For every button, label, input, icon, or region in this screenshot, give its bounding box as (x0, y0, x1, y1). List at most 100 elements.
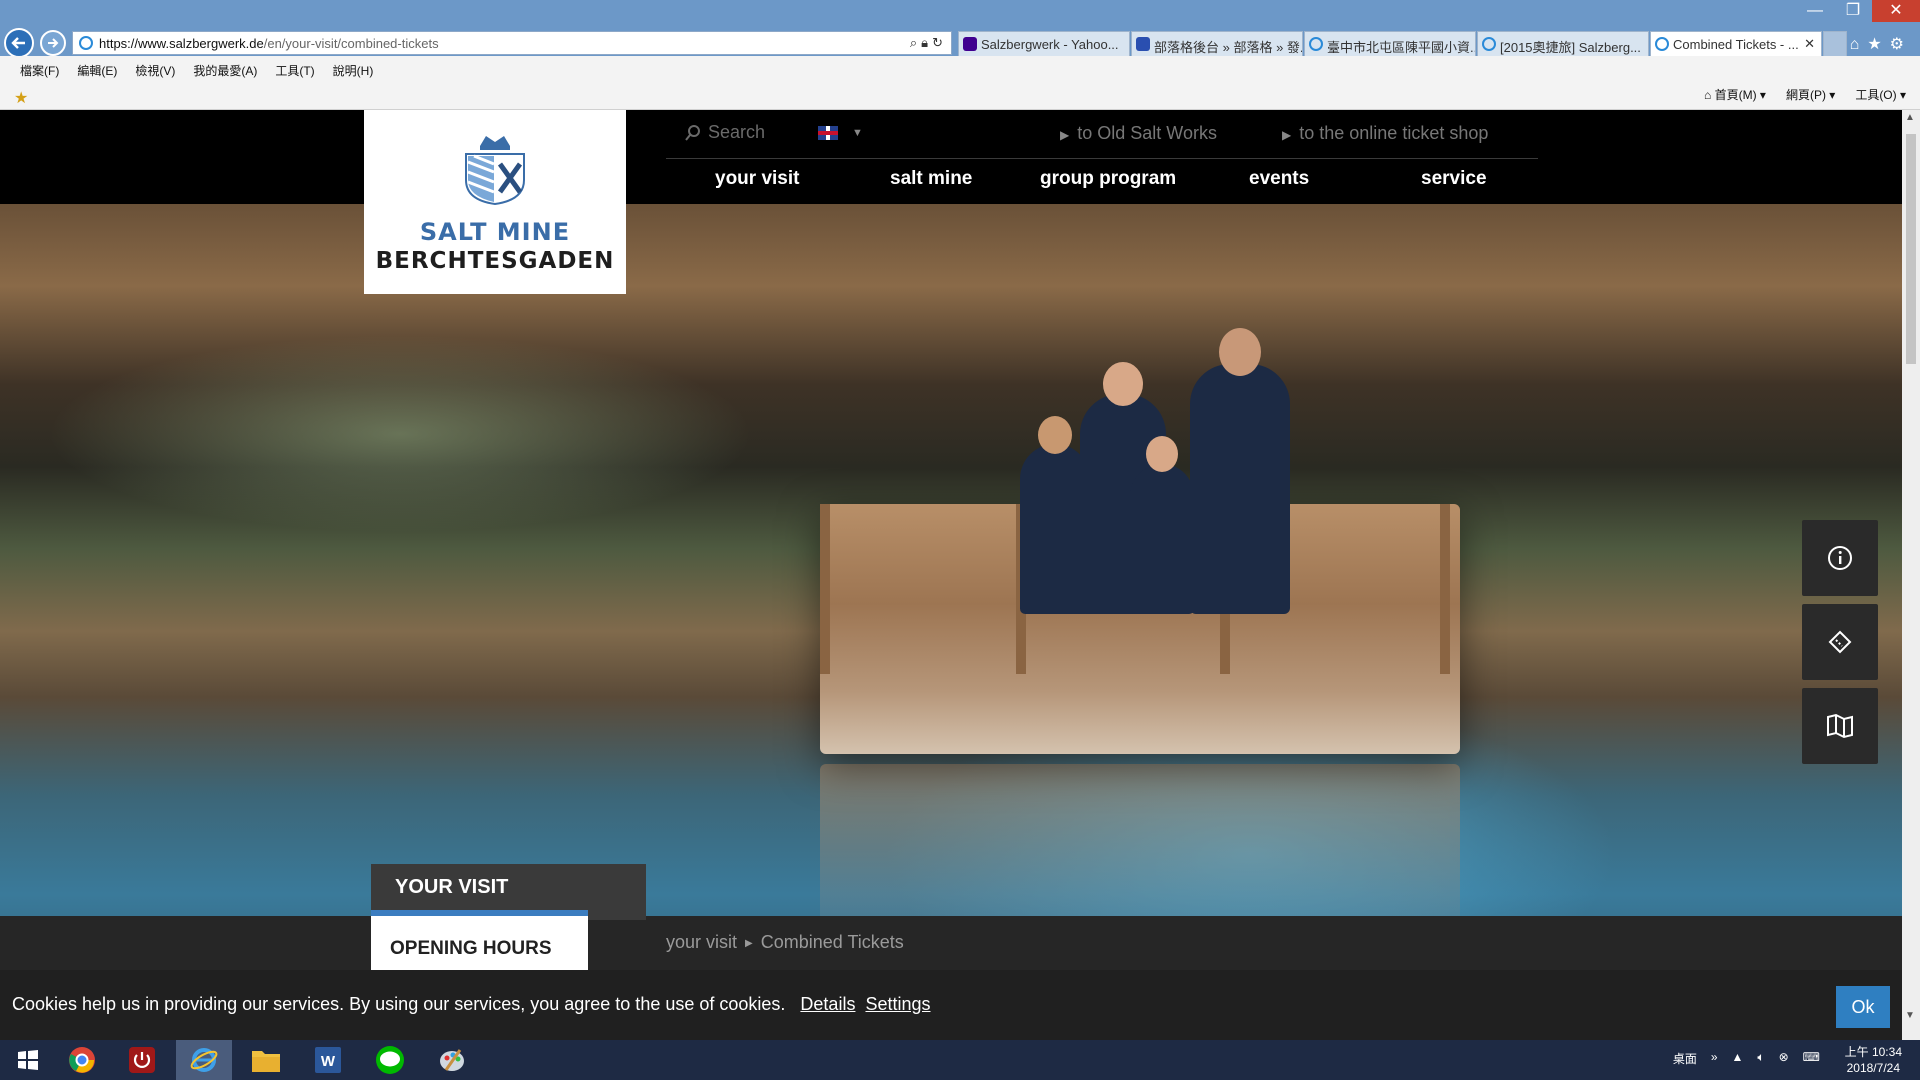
power-icon (129, 1047, 155, 1073)
close-tab-icon[interactable]: ✕ (1804, 36, 1815, 52)
start-button[interactable] (0, 1040, 56, 1080)
person (1130, 436, 1194, 614)
palette-icon (440, 1049, 464, 1071)
favorites-star-icon[interactable]: ★ (1867, 36, 1889, 53)
cmd-page[interactable]: 網頁(P) ▾ (1786, 86, 1835, 103)
menu-view[interactable]: 檢視(V) (135, 62, 175, 79)
info-button[interactable] (1802, 520, 1878, 596)
input-method-icon[interactable]: ⌨ (1803, 1050, 1820, 1067)
triangle-right-icon: ▶ (745, 938, 753, 949)
vertical-scrollbar[interactable]: ▲ ▼ (1902, 110, 1920, 1040)
cmd-home[interactable]: ⌂ 首頁(M) ▾ (1704, 86, 1766, 103)
browser-titlebar: — ❐ ✕ https://www.salzbergwerk.de/en/you… (0, 0, 1920, 58)
tab-yahoo[interactable]: Salzbergwerk - Yahoo... (958, 31, 1130, 57)
triangle-right-icon: ▶ (1060, 128, 1070, 142)
menu-favorites[interactable]: 我的最愛(A) (193, 62, 257, 79)
address-bar[interactable]: https://www.salzbergwerk.de/en/your-visi… (72, 31, 952, 55)
breadcrumb-your-visit[interactable]: your visit (666, 932, 737, 952)
subnav-opening-hours[interactable]: OPENING HOURS (371, 910, 588, 970)
family-figures (1020, 328, 1300, 614)
map-button[interactable] (1802, 688, 1878, 764)
search-placeholder: Search (708, 122, 766, 142)
menu-edit[interactable]: 編輯(E) (77, 62, 117, 79)
windows-icon (18, 1050, 38, 1070)
cookie-settings-link[interactable]: Settings (865, 994, 930, 1014)
site-search[interactable]: Search (684, 122, 765, 143)
logo-line2: BERCHTESGADEN (375, 248, 615, 274)
line-chat-icon (376, 1046, 404, 1074)
command-bar: ⌂ 首頁(M) ▾ 網頁(P) ▾ 工具(O) ▾ (1704, 86, 1906, 103)
arrow-right-icon (48, 38, 59, 48)
cookie-details-link[interactable]: Details (800, 994, 855, 1014)
svg-text:W: W (321, 1053, 336, 1070)
maximize-button[interactable]: ❐ (1834, 0, 1872, 22)
menu-items: 檔案(F) 編輯(E) 檢視(V) 我的最愛(A) 工具(T) 說明(H) (20, 62, 373, 79)
volume-icon[interactable]: 🔈︎ (1757, 1050, 1764, 1067)
taskbar-file-explorer[interactable] (238, 1040, 294, 1080)
nav-your-visit[interactable]: your visit (715, 168, 799, 190)
breadcrumb-current: Combined Tickets (760, 932, 904, 952)
cookie-message: Cookies help us in providing our service… (12, 994, 786, 1014)
taskbar-power-app[interactable] (114, 1040, 170, 1080)
search-icon (685, 124, 700, 141)
caret-up-icon[interactable]: ▲ (1732, 1050, 1744, 1067)
chevron-down-icon: ▼ (852, 127, 863, 139)
refresh-icon[interactable]: ↻ (932, 35, 947, 50)
gear-icon[interactable]: ⚙ (1890, 36, 1912, 53)
menu-help[interactable]: 說明(H) (333, 62, 374, 79)
taskbar-chrome[interactable] (54, 1040, 110, 1080)
nav-events[interactable]: events (1249, 168, 1309, 190)
tab-salzberg-blog[interactable]: [2015奧捷旅] Salzberg... (1477, 31, 1649, 57)
taskbar-paint[interactable] (424, 1040, 480, 1080)
ie-icon (1482, 37, 1496, 51)
taskbar-internet-explorer[interactable] (176, 1040, 232, 1080)
logo-line1: SALT MINE (419, 218, 571, 246)
blog-icon (1136, 37, 1150, 51)
lock-icon[interactable]: 🔒︎ (921, 35, 932, 50)
tab-blog-admin[interactable]: 部落格後台 » 部落格 » 發... (1131, 31, 1303, 57)
chevron-up-icon[interactable]: ▲ (1905, 112, 1915, 123)
cookie-banner: Cookies help us in providing our service… (0, 970, 1902, 1040)
folder-icon (252, 1051, 280, 1072)
taskbar-word[interactable]: W (300, 1040, 356, 1080)
nav-group-program[interactable]: group program (1040, 168, 1176, 190)
new-tab-button[interactable] (1823, 31, 1847, 57)
menu-tools[interactable]: 工具(T) (275, 62, 314, 79)
nav-service[interactable]: service (1421, 168, 1487, 190)
toolbar-expand[interactable]: » (1711, 1050, 1718, 1067)
back-button[interactable] (4, 28, 34, 58)
ticket-button[interactable] (1802, 604, 1878, 680)
hero-image (0, 204, 1902, 1026)
uk-flag-icon (818, 126, 838, 140)
tab-combined-tickets[interactable]: Combined Tickets - ... ✕ (1650, 31, 1822, 57)
taskbar-line[interactable] (362, 1040, 418, 1080)
language-selector[interactable]: ▼ (818, 126, 863, 140)
nav-salt-mine[interactable]: salt mine (890, 168, 972, 190)
desktop-toolbar[interactable]: 桌面 (1673, 1050, 1697, 1067)
menu-file[interactable]: 檔案(F) (20, 62, 59, 79)
tab-school[interactable]: 臺中市北屯區陳平國小資... (1304, 31, 1476, 57)
cmd-tools[interactable]: 工具(O) ▾ (1855, 86, 1906, 103)
triangle-right-icon: ▶ (1282, 128, 1292, 142)
site-logo[interactable]: SALT MINE BERCHTESGADEN (364, 110, 626, 294)
system-clock[interactable]: 上午 10:34 2018/7/24 (1845, 1044, 1902, 1076)
ie-icon (190, 1048, 218, 1072)
close-window-button[interactable]: ✕ (1872, 0, 1920, 22)
site-header: Search ▼ ▶ to Old Salt Works ▶ to the onli… (0, 110, 1902, 204)
url-host: https://www.salzbergwerk.de (99, 35, 264, 51)
home-icon: ⌂ (1704, 88, 1715, 102)
search-icon[interactable]: ⌕ (910, 35, 921, 50)
link-old-salt-works[interactable]: ▶ to Old Salt Works (1060, 123, 1217, 144)
minimize-button[interactable]: — (1796, 0, 1834, 22)
forward-button[interactable] (40, 30, 66, 56)
rail-post (1440, 504, 1450, 674)
add-favorites-icon[interactable]: ★ (14, 88, 28, 108)
yahoo-icon (963, 37, 977, 51)
map-icon (1827, 713, 1853, 739)
scrollbar-thumb[interactable] (1906, 134, 1916, 364)
home-icon[interactable]: ⌂ (1850, 36, 1868, 53)
link-ticket-shop[interactable]: ▶ to the online ticket shop (1282, 123, 1488, 144)
network-icon[interactable]: ⊗ (1779, 1050, 1789, 1067)
cookie-ok-button[interactable]: Ok (1836, 986, 1890, 1028)
chevron-down-icon[interactable]: ▼ (1905, 1010, 1915, 1021)
